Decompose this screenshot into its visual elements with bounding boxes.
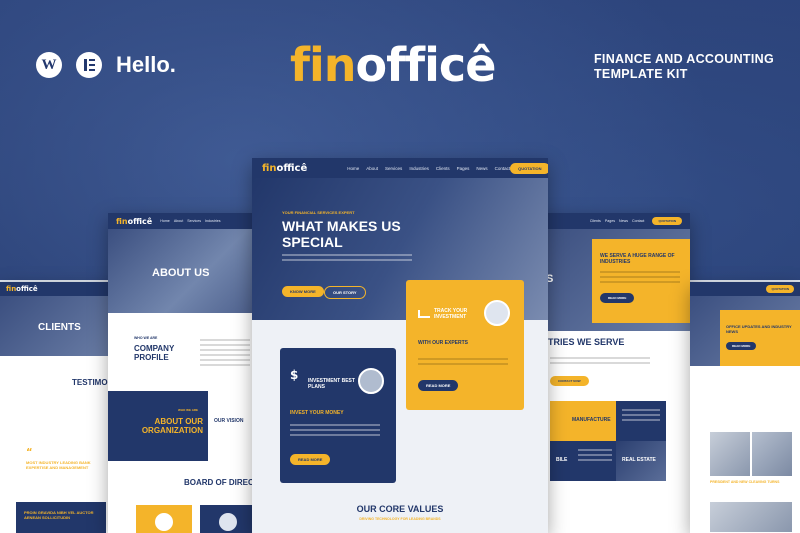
- quote-icon: “: [26, 447, 33, 458]
- track-avatar: [484, 300, 510, 326]
- nav-home[interactable]: Home: [347, 166, 359, 171]
- news-card-title: PRESIDENT AND NEW CLEAVING TURNS: [710, 480, 780, 484]
- industries-title: TRIES WE SERVE: [548, 337, 625, 347]
- wordpress-icon: W: [36, 52, 62, 78]
- invest-sub: INVEST YOUR MONEY: [290, 410, 344, 416]
- track-sub: WITH OUR EXPERTS: [418, 340, 469, 346]
- quotation-button[interactable]: QUOTATION: [766, 285, 794, 293]
- nav-industries[interactable]: Industries: [409, 166, 429, 171]
- company-profile-title: COMPANY PROFILE: [134, 344, 175, 362]
- news-photo: [752, 432, 792, 476]
- chart-icon: [418, 310, 430, 318]
- track-title: TRACK YOUR INVESTMENT: [434, 308, 468, 320]
- core-values-title: OUR CORE VALUES: [356, 504, 444, 514]
- brand-logo: finofficê: [290, 38, 496, 92]
- nav-services[interactable]: Services: [385, 166, 402, 171]
- invest-read-more-button[interactable]: READ MORE: [290, 454, 331, 465]
- vision-label: OUR VISION: [214, 418, 244, 424]
- org-kicker: WHO WE ARE: [178, 408, 199, 412]
- contact-now-button[interactable]: CONTACT NOW: [550, 376, 589, 386]
- director-avatar: [219, 513, 237, 531]
- know-more-button[interactable]: KNOW MORE: [282, 286, 324, 297]
- board-title: BOARD OF DIREC: [184, 478, 254, 487]
- nav-contact[interactable]: Contact: [495, 166, 511, 171]
- clients-title: CLIENTS: [38, 322, 81, 333]
- hero-kicker: YOUR FINANCIAL SERVICES EXPERT: [282, 210, 355, 215]
- office-read-more-button[interactable]: READ MORE: [726, 342, 757, 350]
- track-investment-card: TRACK YOUR INVESTMENT WITH OUR EXPERTS R…: [406, 280, 524, 410]
- platform-logos: W Hello.: [36, 52, 176, 78]
- nav-clients[interactable]: Clients: [436, 166, 450, 171]
- office-updates-title: OFFICE UPDATES AND INDUSTRY NEWS: [726, 324, 792, 334]
- org-title: ABOUT OUR ORGANIZATION: [141, 417, 203, 435]
- tile-real-estate: REAL ESTATE: [622, 457, 656, 463]
- tagline: FINANCE AND ACCOUNTING TEMPLATE KIT: [594, 52, 774, 81]
- invest-avatar: [358, 368, 384, 394]
- tile-manufacture: MANUFACTURE: [572, 417, 611, 423]
- tile-mobile: BILE: [556, 457, 568, 463]
- mockup-industries-page: Clients Pages News Contact QUOTATION S WE S…: [540, 213, 690, 533]
- nav-about[interactable]: About: [366, 166, 378, 171]
- home-nav: finofficê Home About Services Industries…: [252, 158, 548, 178]
- mockup-home-page: finofficê Home About Services Industries…: [252, 158, 548, 533]
- investment-plans-card: $ INVESTMENT BEST PLANS INVEST YOUR MONE…: [280, 348, 396, 483]
- invest-title: INVESTMENT BEST PLANS: [308, 378, 355, 390]
- news-photo: [710, 502, 792, 532]
- nav-news[interactable]: News: [476, 166, 487, 171]
- quotation-button[interactable]: QUOTATION: [510, 162, 548, 174]
- core-values-sub: DRIVING TECHNOLOGY FOR LEADING BRANDS: [359, 517, 441, 521]
- elementor-icon: [76, 52, 102, 78]
- quote-text: MOST INDUSTRY LEADING BANK EXPERTISE AND…: [26, 460, 91, 470]
- hello-theme-logo: Hello.: [116, 52, 176, 77]
- track-read-more-button[interactable]: READ MORE: [418, 380, 459, 391]
- mockup-about-page: finofficê Home About Services Industries AB…: [108, 213, 258, 533]
- serve-title: WE SERVE A HUGE RANGE OF INDUSTRIES: [600, 253, 675, 265]
- about-us-title: ABOUT US: [152, 267, 210, 279]
- hero-title-1: WHAT MAKES US: [282, 218, 401, 234]
- mockup-news-page: QUOTATION OFFICE UPDATES AND INDUSTRY NE…: [690, 282, 800, 533]
- dark-quote-text: PROIN GRAVIDA NIBH VEL AUCTOR AENEAN SOL…: [24, 510, 94, 520]
- money-hand-icon: $: [290, 368, 299, 382]
- mockup-clients-page: finofficê CLIENTS TESTIMONI “ MOST INDUS…: [0, 282, 115, 533]
- nav-pages[interactable]: Pages: [457, 166, 470, 171]
- quotation-button[interactable]: QUOTATION: [652, 217, 682, 225]
- serve-read-more-button[interactable]: READ MORE: [600, 293, 635, 303]
- who-we-are-label: WHO WE ARE: [134, 336, 158, 340]
- our-story-button[interactable]: OUR STORY: [324, 286, 366, 299]
- news-photo: [710, 432, 750, 476]
- hero-title-2: SPECIAL: [282, 234, 343, 250]
- director-avatar: [155, 513, 173, 531]
